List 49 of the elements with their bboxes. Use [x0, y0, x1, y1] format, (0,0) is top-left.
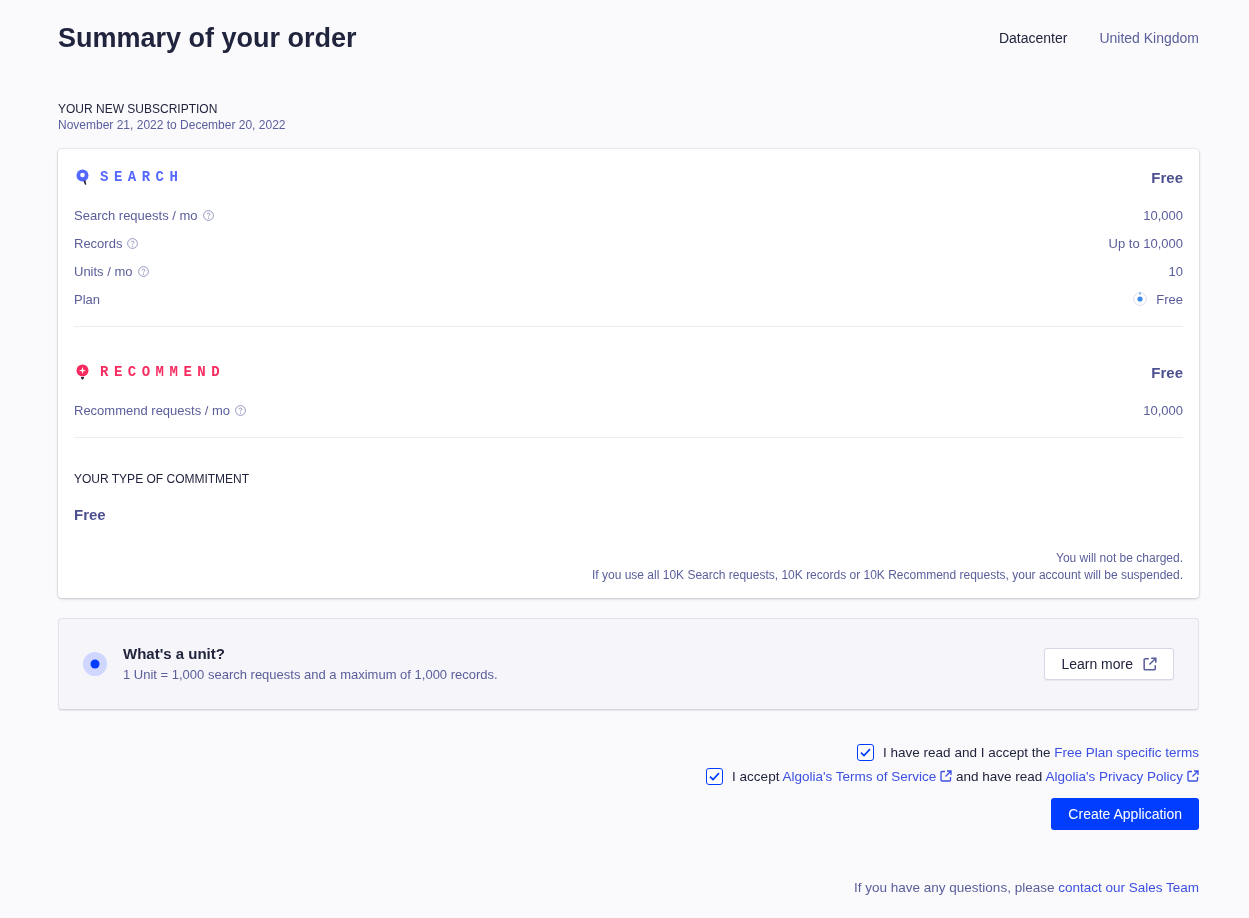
help-icon[interactable]	[202, 209, 214, 221]
checkbox[interactable]	[706, 767, 724, 785]
section-heading: YOUR NEW SUBSCRIPTION	[58, 101, 218, 117]
section-heading: YOUR TYPE OF COMMITMENT	[74, 471, 250, 487]
product-name: SEARCH	[100, 168, 184, 187]
terms-text: I have read and I accept the Free Plan specific terms	[883, 744, 1199, 760]
product-price: Free	[1151, 363, 1183, 381]
subscription-period: November 21, 2022 to December 20, 2022	[58, 117, 286, 134]
lightbulb-icon	[76, 364, 89, 380]
note-text: If you use all 10K Search requests, 10K records or 10K Recommend requests, your account will be suspended.	[592, 567, 1183, 584]
external-link-icon	[1143, 657, 1157, 671]
checkmark-icon	[860, 747, 872, 757]
create-application-button[interactable]: Create Application	[1051, 798, 1199, 830]
help-icon[interactable]	[127, 237, 139, 249]
learn-more-button[interactable]: Learn more	[1044, 648, 1174, 680]
dot-icon	[83, 652, 107, 676]
metric-value: 10,000	[1143, 207, 1183, 223]
checkbox[interactable]	[857, 743, 875, 761]
metric-value: 10	[1168, 263, 1183, 279]
info-title: What's a unit?	[123, 644, 225, 664]
help-icon[interactable]	[235, 404, 247, 416]
external-link[interactable]: Algolia's Terms of Service	[782, 768, 953, 784]
info-text: 1 Unit = 1,000 search requests and a maximum of 1,000 records.	[123, 666, 498, 684]
note-text: You will not be charged.	[1056, 550, 1183, 567]
metric-label: Search requests / mo	[74, 207, 198, 223]
metric-value: Up to 10,000	[1108, 235, 1183, 251]
contact-text: If you have any questions, please contact our Sales Team	[854, 879, 1199, 897]
datacenter-value: United Kingdom	[1099, 30, 1199, 46]
terms-text: I accept Algolia's Terms of Service and have read Algolia's Privacy Policy	[732, 768, 1199, 784]
product-price: Free	[1151, 168, 1183, 186]
checkmark-icon	[709, 771, 721, 781]
metric-label: Units / mo	[74, 263, 133, 279]
external-link-icon	[940, 769, 953, 782]
datacenter-label: Datacenter	[998, 30, 1068, 46]
product-name: RECOMMEND	[100, 363, 226, 382]
help-icon[interactable]	[137, 265, 149, 277]
metric-label: Recommend requests / mo	[74, 402, 231, 418]
magnifier-icon	[76, 169, 89, 185]
metric-value: 10,000	[1143, 402, 1183, 418]
external-link[interactable]: Algolia's Privacy Policy	[1045, 768, 1199, 784]
metric-label: Records	[74, 235, 123, 251]
external-link-icon	[1187, 769, 1199, 782]
metric-label: Plan	[74, 291, 101, 307]
link[interactable]: Free Plan specific terms	[1054, 744, 1199, 760]
commitment-value: Free	[74, 505, 106, 525]
dot-ring-icon	[1133, 292, 1148, 306]
metric-value: Free	[1156, 291, 1183, 307]
page-title: Summary of your order	[58, 22, 357, 55]
link[interactable]: contact our Sales Team	[1058, 880, 1199, 895]
